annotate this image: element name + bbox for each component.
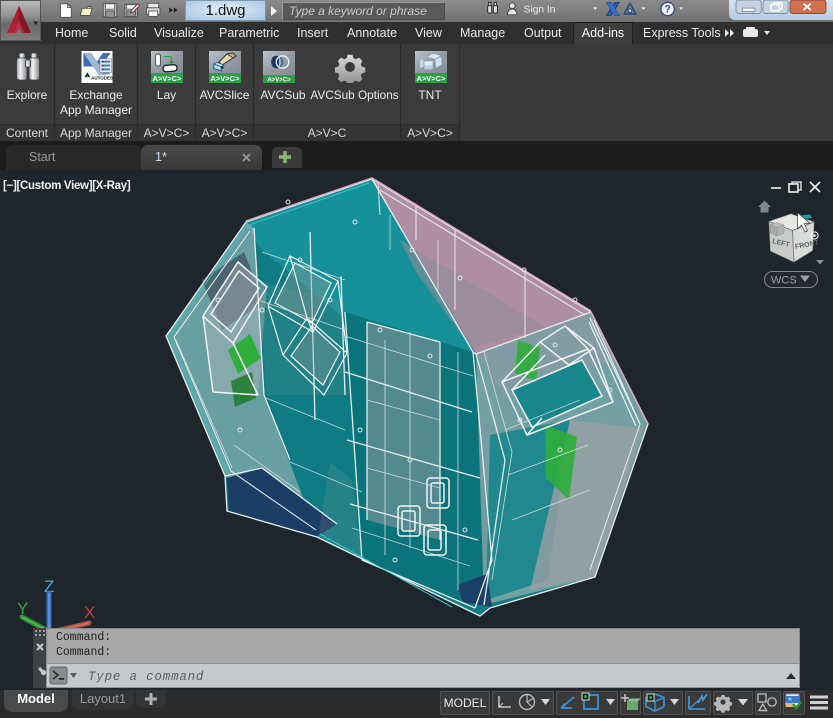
svg-text:A>V>C>: A>V>C>: [267, 78, 291, 84]
svg-text:AUTODESK: AUTODESK: [91, 76, 113, 81]
svg-text:X: X: [84, 603, 95, 622]
svg-text:A>V>C>: A>V>C>: [211, 74, 241, 83]
svg-text:A>V>C>: A>V>C>: [417, 74, 447, 83]
svg-text:MODEL: MODEL: [444, 696, 487, 710]
svg-text:Type a command: Type a command: [88, 670, 204, 684]
svg-text:A>V>C>: A>V>C>: [153, 74, 183, 83]
svg-text:Sign In: Sign In: [524, 4, 556, 15]
svg-text:?: ?: [664, 4, 671, 16]
svg-text:WCS: WCS: [771, 275, 797, 287]
